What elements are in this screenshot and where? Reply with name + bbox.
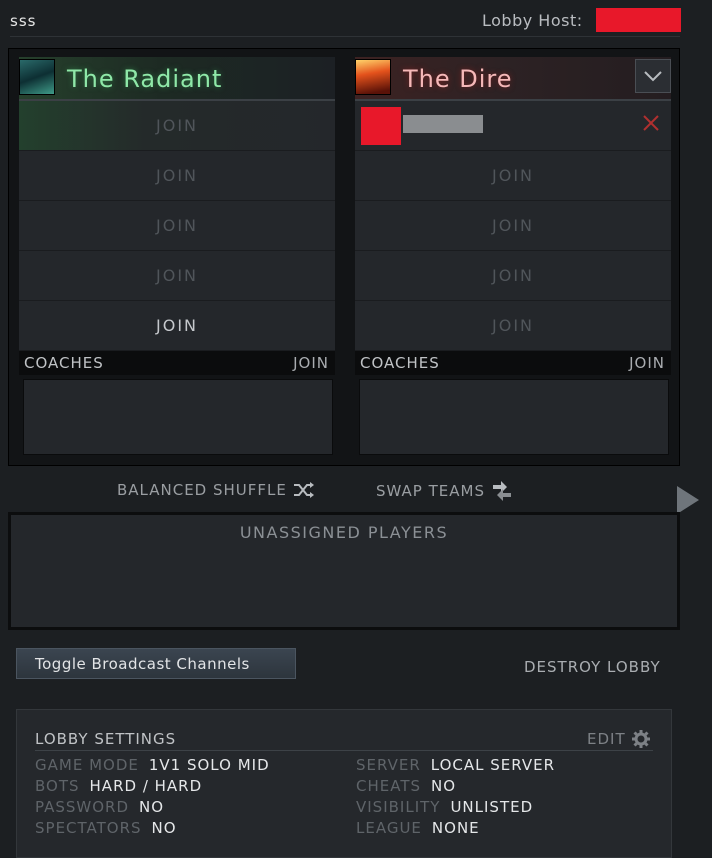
radiant-team-icon xyxy=(19,59,55,95)
setting-game-mode: GAME MODE 1V1 SOLO MID xyxy=(35,756,270,774)
gear-icon xyxy=(631,730,650,748)
destroy-lobby-button[interactable]: DESTROY LOBBY xyxy=(524,658,661,676)
settings-divider xyxy=(35,750,653,751)
dire-coaches-list xyxy=(359,379,669,455)
lobby-settings-panel: LOBBY SETTINGS EDIT GAME MODE 1V1 SOLO MI… xyxy=(16,709,672,858)
setting-label: VISIBILITY xyxy=(356,798,441,816)
radiant-slots: JOIN JOIN JOIN JOIN JOIN xyxy=(19,101,335,351)
toggle-broadcast-channels-button[interactable]: Toggle Broadcast Channels xyxy=(16,648,296,679)
shuffle-icon xyxy=(293,482,314,498)
setting-label: PASSWORD xyxy=(35,798,130,816)
dire-coaches-bar: COACHES JOIN xyxy=(355,351,671,375)
dire-join-slot-4[interactable]: JOIN xyxy=(355,251,671,301)
balanced-shuffle-button[interactable]: BALANCED SHUFFLE xyxy=(117,481,315,499)
teams-panel: The Radiant JOIN JOIN JOIN JOIN JOIN COA… xyxy=(8,48,680,466)
radiant-join-slot-3[interactable]: JOIN xyxy=(19,201,335,251)
dire-join-slot-2[interactable]: JOIN xyxy=(355,151,671,201)
swap-teams-label: SWAP TEAMS xyxy=(376,482,485,500)
setting-spectators: SPECTATORS NO xyxy=(35,819,177,837)
lobby-name: sss xyxy=(10,12,37,30)
setting-visibility: VISIBILITY UNLISTED xyxy=(356,798,533,816)
radiant-join-slot-2[interactable]: JOIN xyxy=(19,151,335,201)
setting-label: SERVER xyxy=(356,756,421,774)
setting-value: UNLISTED xyxy=(450,798,534,816)
chevron-down-icon xyxy=(644,71,662,82)
header-divider xyxy=(10,36,680,37)
setting-label: LEAGUE xyxy=(356,819,422,837)
dire-join-slot-5[interactable]: JOIN xyxy=(355,301,671,351)
close-icon[interactable] xyxy=(641,113,661,133)
setting-value: NO xyxy=(139,798,165,816)
avatar xyxy=(361,107,401,145)
radiant-join-slot-5[interactable]: JOIN xyxy=(19,301,335,351)
lobby-host-name-redacted xyxy=(596,8,681,32)
radiant-join-slot-4[interactable]: JOIN xyxy=(19,251,335,301)
dire-team-name: The Dire xyxy=(403,65,513,93)
swap-teams-button[interactable]: SWAP TEAMS xyxy=(376,481,513,501)
setting-password: PASSWORD NO xyxy=(35,798,164,816)
unassigned-players-panel: UNASSIGNED PLAYERS xyxy=(8,512,680,630)
dire-slots: JOIN JOIN JOIN JOIN xyxy=(355,101,671,351)
unassigned-players-title: UNASSIGNED PLAYERS xyxy=(239,523,449,542)
dire-join-slot-3[interactable]: JOIN xyxy=(355,201,671,251)
radiant-coaches-label: COACHES xyxy=(24,354,104,372)
swap-icon xyxy=(492,481,511,501)
dire-player-slot-1 xyxy=(355,101,671,151)
balanced-shuffle-label: BALANCED SHUFFLE xyxy=(117,481,287,499)
setting-label: BOTS xyxy=(35,777,80,795)
dire-header: The Dire xyxy=(355,57,671,101)
setting-value: NO xyxy=(151,819,177,837)
play-arrow-icon[interactable] xyxy=(677,486,699,514)
radiant-coaches-join-button[interactable]: JOIN xyxy=(293,354,329,372)
dire-team: The Dire JOIN JOIN JOIN JOIN COACHES JOI… xyxy=(355,49,671,465)
setting-league: LEAGUE NONE xyxy=(356,819,480,837)
dire-coaches-join-button[interactable]: JOIN xyxy=(629,354,665,372)
edit-settings-button[interactable]: EDIT xyxy=(587,730,650,748)
lobby-settings-title: LOBBY SETTINGS xyxy=(35,730,177,748)
setting-label: SPECTATORS xyxy=(35,819,142,837)
setting-label: GAME MODE xyxy=(35,756,139,774)
setting-value: 1V1 SOLO MID xyxy=(148,756,270,774)
lobby-host-label: Lobby Host: xyxy=(482,11,583,30)
dire-coaches-label: COACHES xyxy=(360,354,440,372)
team-options-dropdown-button[interactable] xyxy=(635,59,671,93)
radiant-header: The Radiant xyxy=(19,57,335,101)
setting-value: NO xyxy=(431,777,457,795)
setting-value: HARD / HARD xyxy=(89,777,203,795)
setting-cheats: CHEATS NO xyxy=(356,777,456,795)
radiant-team: The Radiant JOIN JOIN JOIN JOIN JOIN COA… xyxy=(19,49,335,465)
radiant-join-slot-1[interactable]: JOIN xyxy=(19,101,335,151)
setting-label: CHEATS xyxy=(356,777,422,795)
radiant-coaches-bar: COACHES JOIN xyxy=(19,351,335,375)
setting-bots: BOTS HARD / HARD xyxy=(35,777,202,795)
setting-value: NONE xyxy=(431,819,480,837)
radiant-coaches-list xyxy=(23,379,333,455)
dire-team-icon xyxy=(355,59,391,95)
player-name-redacted xyxy=(403,115,483,133)
setting-server: SERVER LOCAL SERVER xyxy=(356,756,555,774)
setting-value: LOCAL SERVER xyxy=(430,756,556,774)
radiant-team-name: The Radiant xyxy=(67,65,223,93)
edit-settings-label: EDIT xyxy=(587,730,626,748)
